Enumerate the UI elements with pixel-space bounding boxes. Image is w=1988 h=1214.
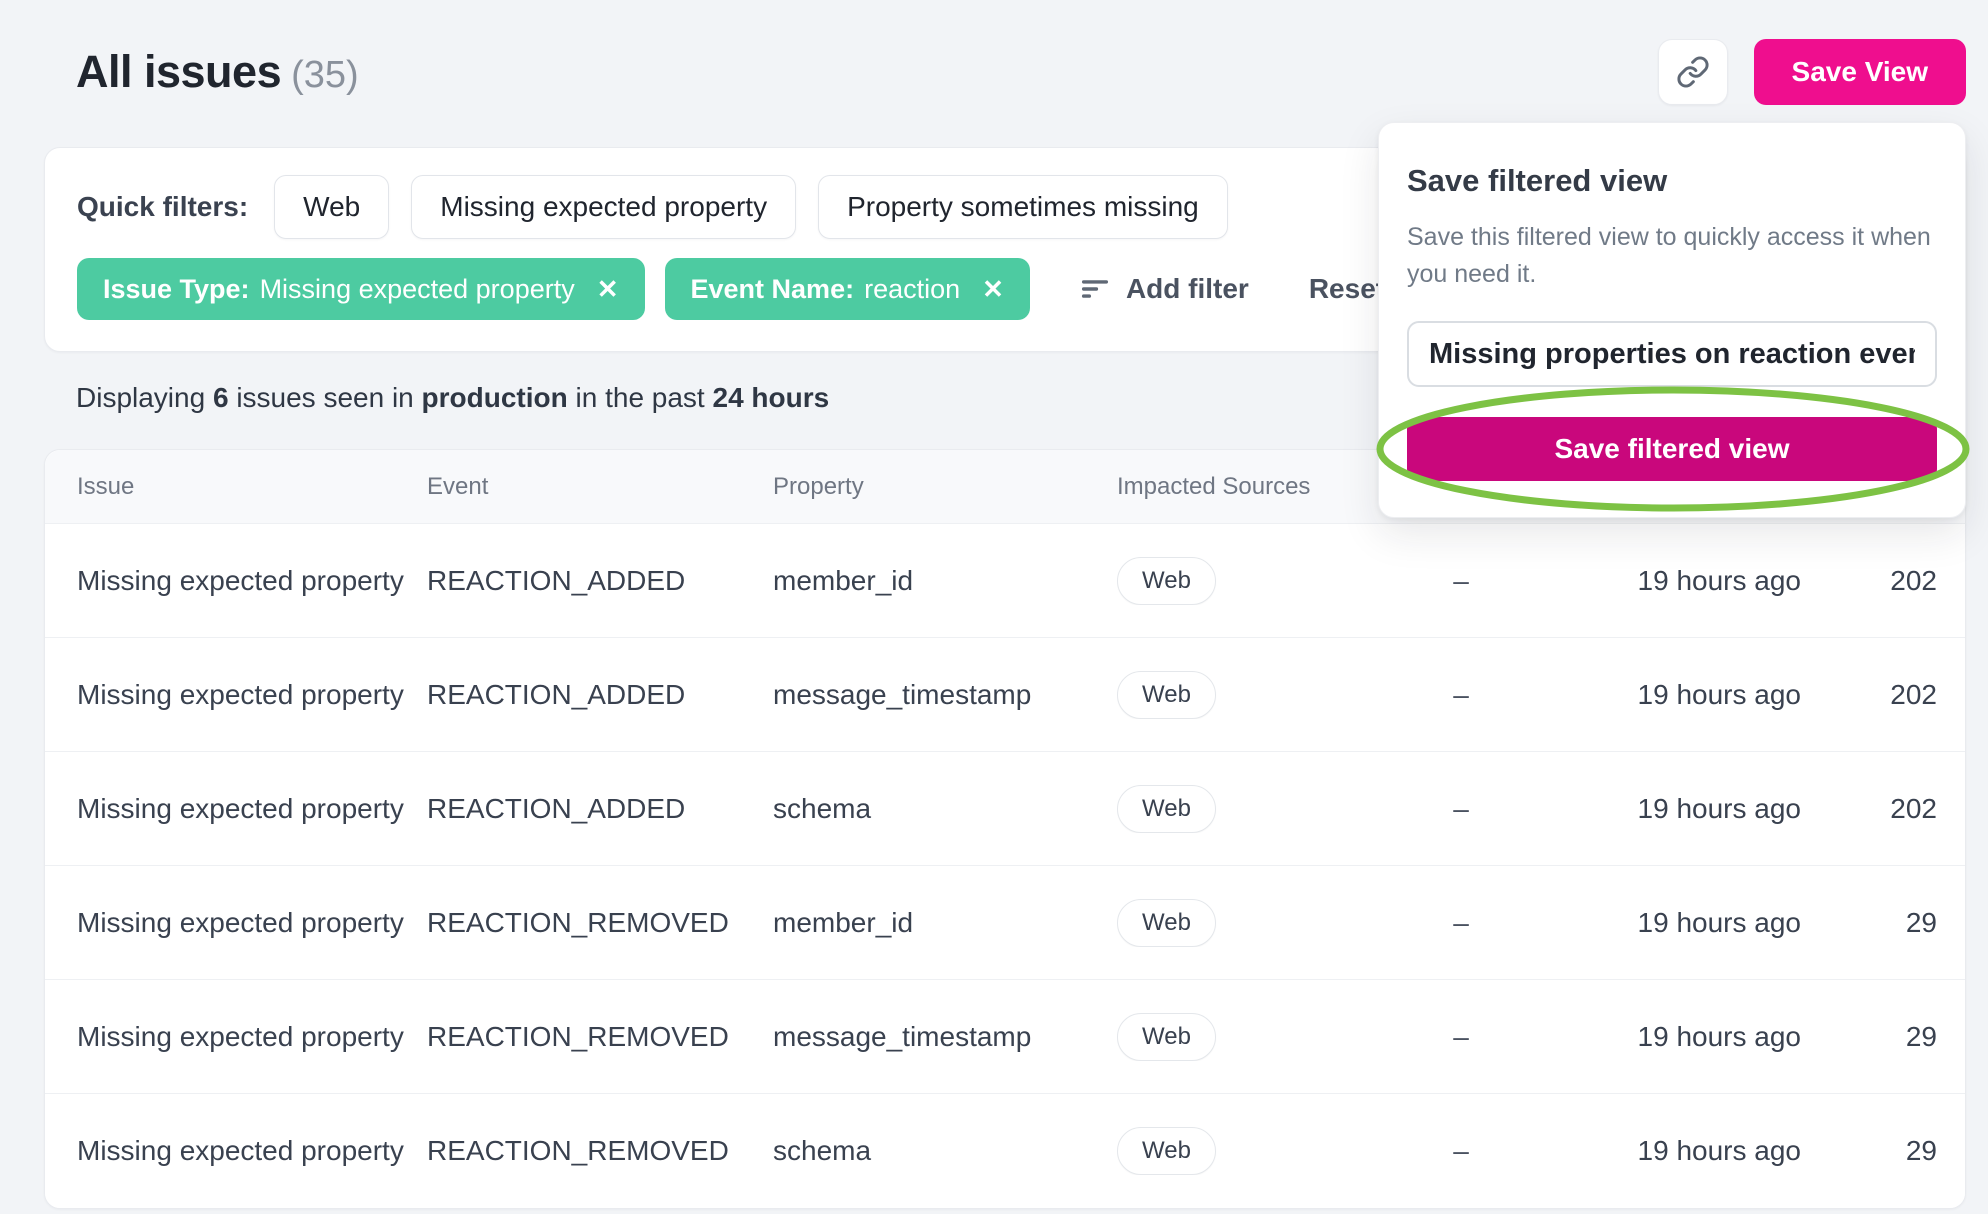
cell-property: schema [773,1135,1117,1167]
issue-count: (35) [291,54,359,96]
cell-volume: 202 [1801,679,1937,711]
cell-issue: Missing expected property [77,907,427,939]
table-row[interactable]: Missing expected property REACTION_REMOV… [45,980,1965,1094]
save-view-button[interactable]: Save View [1754,39,1966,105]
cell-volume: 29 [1801,1135,1937,1167]
save-filtered-view-popover: Save filtered view Save this filtered vi… [1378,122,1966,518]
source-badge: Web [1117,671,1216,719]
cell-event: REACTION_ADDED [427,565,773,597]
filter-chip-event-name[interactable]: Event Name: reaction ✕ [665,258,1030,320]
link-icon [1676,55,1710,89]
cell-impacted-sources: Web [1117,1127,1391,1175]
cell-volume: 202 [1801,793,1937,825]
cell-empty-value: – [1391,907,1531,939]
cell-event: REACTION_REMOVED [427,907,773,939]
cell-issue: Missing expected property [77,1021,427,1053]
cell-property: message_timestamp [773,1021,1117,1053]
source-badge: Web [1117,1013,1216,1061]
cell-property: message_timestamp [773,679,1117,711]
column-header-issue: Issue [77,473,427,501]
cell-impacted-sources: Web [1117,1013,1391,1061]
source-badge: Web [1117,1127,1216,1175]
quick-filter-property-sometimes-missing[interactable]: Property sometimes missing [818,175,1228,239]
cell-impacted-sources: Web [1117,557,1391,605]
topbar: All issues(35) Save View [76,38,1966,106]
cell-event: REACTION_REMOVED [427,1135,773,1167]
quick-filter-web[interactable]: Web [274,175,389,239]
results-summary: Displaying 6 issues seen in production i… [76,382,829,414]
table-body: Missing expected property REACTION_ADDED… [45,524,1965,1208]
cell-issue: Missing expected property [77,793,427,825]
view-name-input[interactable] [1407,321,1937,387]
table-row[interactable]: Missing expected property REACTION_ADDED… [45,524,1965,638]
cell-last-seen: 19 hours ago [1531,907,1801,939]
cell-empty-value: – [1391,793,1531,825]
table-row[interactable]: Missing expected property REACTION_ADDED… [45,638,1965,752]
annotated-button-area: Save filtered view [1407,417,1937,481]
cell-volume: 29 [1801,907,1937,939]
cell-last-seen: 19 hours ago [1531,679,1801,711]
popover-title: Save filtered view [1407,163,1937,199]
cell-last-seen: 19 hours ago [1531,1135,1801,1167]
remove-filter-icon[interactable]: ✕ [982,276,1004,302]
save-filtered-view-button[interactable]: Save filtered view [1407,417,1937,481]
cell-issue: Missing expected property [77,565,427,597]
cell-impacted-sources: Web [1117,671,1391,719]
add-filter-button[interactable]: Add filter [1078,272,1249,306]
cell-empty-value: – [1391,1135,1531,1167]
cell-empty-value: – [1391,565,1531,597]
cell-impacted-sources: Web [1117,899,1391,947]
summary-text: issues seen in [236,382,413,413]
summary-time-range: 24 hours [713,382,830,413]
cell-event: REACTION_REMOVED [427,1021,773,1053]
cell-volume: 202 [1801,565,1937,597]
issues-table: Issue Event Property Impacted Sources Mi… [44,449,1966,1209]
filter-chip-value: Missing expected property [260,274,575,305]
quick-filters-label: Quick filters: [77,191,248,223]
cell-event: REACTION_ADDED [427,679,773,711]
popover-description: Save this filtered view to quickly acces… [1407,219,1937,293]
source-badge: Web [1117,785,1216,833]
source-badge: Web [1117,557,1216,605]
column-header-property: Property [773,473,1117,501]
topbar-actions: Save View [1658,39,1966,105]
filter-lines-icon [1078,272,1112,306]
filter-chip-value: reaction [864,274,960,305]
cell-last-seen: 19 hours ago [1531,565,1801,597]
summary-environment: production [422,382,568,413]
remove-filter-icon[interactable]: ✕ [597,276,619,302]
cell-impacted-sources: Web [1117,785,1391,833]
cell-last-seen: 19 hours ago [1531,793,1801,825]
add-filter-label: Add filter [1126,273,1249,305]
issues-page: All issues(35) Save View Quick filters: … [0,0,1988,1214]
cell-empty-value: – [1391,1021,1531,1053]
cell-issue: Missing expected property [77,679,427,711]
cell-last-seen: 19 hours ago [1531,1021,1801,1053]
cell-property: member_id [773,907,1117,939]
cell-issue: Missing expected property [77,1135,427,1167]
copy-link-button[interactable] [1658,39,1728,105]
summary-text: Displaying [76,382,205,413]
summary-text: in the past [576,382,705,413]
page-title-text: All issues [76,46,281,97]
filter-chip-label: Event Name: [691,274,855,305]
column-header-event: Event [427,473,773,501]
filter-chip-label: Issue Type: [103,274,250,305]
cell-empty-value: – [1391,679,1531,711]
table-row[interactable]: Missing expected property REACTION_REMOV… [45,1094,1965,1208]
summary-count: 6 [213,382,229,413]
table-row[interactable]: Missing expected property REACTION_REMOV… [45,866,1965,980]
cell-volume: 29 [1801,1021,1937,1053]
cell-property: schema [773,793,1117,825]
source-badge: Web [1117,899,1216,947]
filter-chip-issue-type[interactable]: Issue Type: Missing expected property ✕ [77,258,645,320]
cell-event: REACTION_ADDED [427,793,773,825]
quick-filter-missing-expected-property[interactable]: Missing expected property [411,175,796,239]
column-header-impacted-sources: Impacted Sources [1117,473,1391,501]
table-row[interactable]: Missing expected property REACTION_ADDED… [45,752,1965,866]
cell-property: member_id [773,565,1117,597]
page-title: All issues(35) [76,46,359,98]
